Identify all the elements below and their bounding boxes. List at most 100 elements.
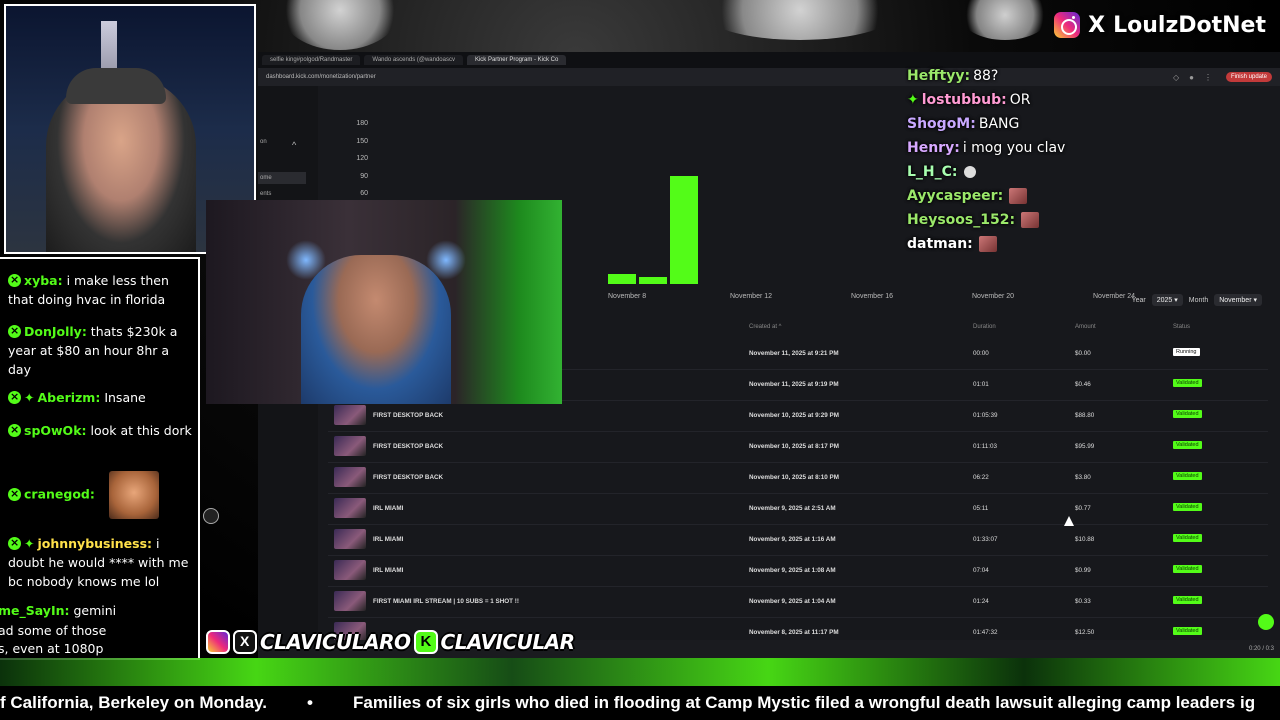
browser-tab-active[interactable]: Kick Partner Program - Kick Co: [466, 55, 567, 65]
stream-title: FIRST MIAMI IRL STREAM | 10 SUBS = 1 SHO…: [373, 598, 519, 605]
channel-name: CLAVICULARO: [260, 630, 411, 654]
col-created-at[interactable]: Created at ^: [749, 324, 782, 330]
chat-username[interactable]: L_H_C:: [907, 164, 958, 180]
chat-username[interactable]: datman:: [907, 236, 973, 252]
duration: 01:01: [973, 381, 989, 388]
stream-thumbnail: [334, 591, 366, 611]
amount: $0.99: [1075, 567, 1091, 574]
x-icon: [233, 630, 257, 654]
chat-username[interactable]: ShogoM:: [907, 116, 976, 132]
status-badge: Validated: [1173, 565, 1202, 573]
stream-thumbnail: [334, 498, 366, 518]
chat-username[interactable]: Heysoos_152:: [907, 212, 1015, 228]
created-at: November 9, 2025 at 1:16 AM: [749, 536, 836, 543]
chat-username[interactable]: xyba:: [24, 273, 63, 288]
emote-icon: [1009, 188, 1028, 204]
chat-username[interactable]: cranegod:: [24, 487, 95, 502]
x-icon: X: [1088, 12, 1106, 38]
ticker-text: f California, Berkeley on Monday.: [0, 693, 268, 712]
finish-update-button[interactable]: Finish update: [1225, 72, 1272, 82]
chart-bar[interactable]: [639, 277, 667, 284]
table-row[interactable]: FIRST DESKTOP BACK November 10, 2025 at 8…: [328, 432, 1268, 463]
chat-username[interactable]: me_SayIn:: [0, 603, 70, 618]
y-tick-label: 60: [360, 190, 368, 197]
table-row[interactable]: IRL MIAMI November 9, 2025 at 2:51 AM 05:1…: [328, 494, 1268, 525]
browser-tab[interactable]: Wando ascends (@wandoascv: [364, 55, 463, 65]
chat-username[interactable]: DonJolly:: [24, 324, 87, 339]
stream-title: FIRST DESKTOP BACK: [373, 443, 444, 450]
chart-bar[interactable]: [608, 273, 636, 284]
stream-thumbnail: [334, 467, 366, 487]
duration: 06:22: [973, 474, 989, 481]
col-amount[interactable]: Amount: [1075, 324, 1096, 330]
table-row[interactable]: IRL MIAMI November 9, 2025 at 1:08 AM 07:0…: [328, 556, 1268, 587]
chat-text: ad some of those: [0, 623, 107, 638]
chat-username[interactable]: lostubbub:: [922, 92, 1007, 108]
duration: 01:24: [973, 598, 989, 605]
browser-tab[interactable]: selfie king#polgod/Randmaster: [262, 55, 361, 65]
news-ticker: f California, Berkeley on Monday. • Fami…: [0, 686, 1280, 720]
table-row[interactable]: FIRST MIAMI IRL STREAM | 10 SUBS = 1 SHO…: [328, 587, 1268, 618]
chat-username[interactable]: spOwOk:: [24, 423, 87, 438]
status-badge: Validated: [1173, 379, 1202, 387]
chat-text: 88?: [973, 68, 999, 84]
emote-icon: [1021, 212, 1040, 228]
duration: 07:04: [973, 567, 989, 574]
chart-bar[interactable]: [670, 176, 698, 284]
chat-username[interactable]: johnnybusiness:: [37, 536, 152, 551]
col-duration[interactable]: Duration: [973, 324, 996, 330]
amount: $3.80: [1075, 474, 1091, 481]
amount: $88.80: [1075, 412, 1095, 419]
kick-badge-icon: [8, 387, 21, 406]
popout-icon[interactable]: [203, 508, 219, 524]
profile-icon[interactable]: ●: [1189, 73, 1194, 82]
duration: 00:00: [973, 350, 989, 357]
address-bar[interactable]: dashboard.kick.com/monetization/partner …: [258, 68, 1280, 86]
x-tick-label: November 8: [608, 293, 647, 300]
chevron-up-icon[interactable]: ^: [292, 140, 296, 150]
extension-icon[interactable]: ◇: [1173, 73, 1179, 82]
year-select[interactable]: 2025 ▾: [1151, 294, 1183, 306]
created-at: November 8, 2025 at 11:17 PM: [749, 629, 839, 636]
status-badge: Validated: [1173, 472, 1202, 480]
duration: 01:33:07: [973, 536, 998, 543]
sidebar-item[interactable]: on: [258, 139, 306, 145]
sidebar-item[interactable]: ents: [258, 191, 306, 197]
kick-badge-icon: [8, 270, 21, 289]
sidebar-item-selected[interactable]: ome: [258, 172, 306, 184]
table-row[interactable]: FIRST DESKTOP BACK November 10, 2025 at 9…: [328, 401, 1268, 432]
menu-icon[interactable]: ⋮: [1204, 73, 1212, 82]
duration: 05:11: [973, 505, 989, 512]
created-at: November 10, 2025 at 8:17 PM: [749, 443, 839, 450]
status-badge: Validated: [1173, 441, 1202, 449]
chat-text: OR: [1009, 92, 1031, 108]
created-at: November 9, 2025 at 2:51 AM: [749, 505, 836, 512]
help-chat-icon[interactable]: [1258, 614, 1274, 630]
status-badge: Validated: [1173, 596, 1202, 604]
ticker-text: Families of six girls who died in floodi…: [352, 693, 1256, 712]
x-tick-label: November 20: [972, 293, 1015, 300]
brand-handle: LoulzDotNet: [1113, 12, 1266, 38]
url-text[interactable]: dashboard.kick.com/monetization/partner: [266, 74, 1173, 80]
chat-username[interactable]: Aberizm:: [37, 390, 100, 405]
col-status[interactable]: Status: [1173, 324, 1190, 330]
ticker-separator: •: [307, 693, 313, 712]
status-badge: Validated: [1173, 534, 1202, 542]
gem-badge-icon: ✦: [24, 536, 35, 551]
emote-icon: [978, 236, 997, 252]
chat-username[interactable]: Henry:: [907, 140, 960, 156]
chat-username[interactable]: Hefftyy:: [907, 68, 970, 84]
chat-message: ad some of those: [0, 621, 182, 640]
x-tick-label: November 24: [1093, 293, 1136, 300]
chat-username[interactable]: Ayycaspeer:: [907, 188, 1003, 204]
instagram-icon: [206, 630, 230, 654]
created-at: November 9, 2025 at 1:04 AM: [749, 598, 836, 605]
table-row[interactable]: IRL MIAMI November 9, 2025 at 1:16 AM 01:3…: [328, 525, 1268, 556]
table-row[interactable]: FIRST DESKTOP BACK November 10, 2025 at 8…: [328, 463, 1268, 494]
kick-icon: [413, 630, 438, 654]
laughing-emote-icon: [108, 471, 159, 519]
month-select[interactable]: November ▾: [1214, 294, 1262, 306]
stream-title: FIRST DESKTOP BACK: [373, 474, 444, 481]
mouse-cursor: [1064, 516, 1074, 526]
kick-badge-icon: [8, 484, 21, 503]
